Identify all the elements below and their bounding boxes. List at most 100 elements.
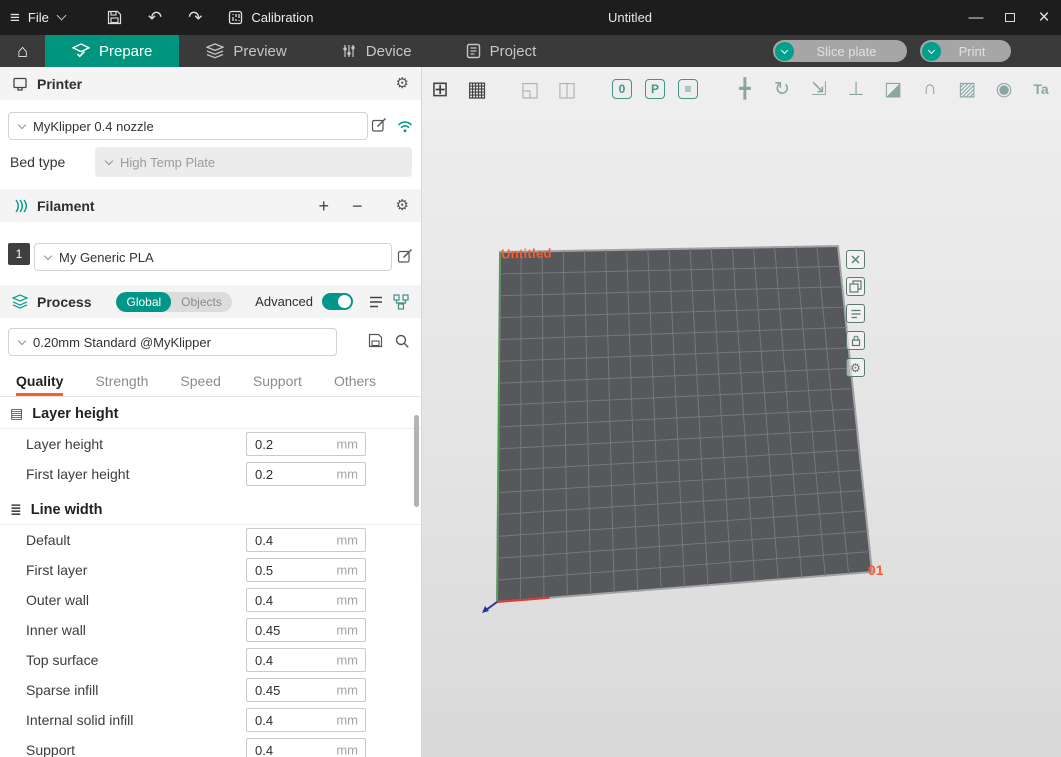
setting-row: Internal solid infill mm xyxy=(0,705,421,735)
redo-button[interactable]: ↷ xyxy=(188,8,202,28)
scope-global-option[interactable]: Global xyxy=(116,292,171,312)
unit-label: mm xyxy=(336,563,358,578)
filament-preset-dropdown[interactable]: My Generic PLA xyxy=(34,243,392,271)
print-label: Print xyxy=(941,44,1009,59)
add-filament-button[interactable]: + xyxy=(319,197,330,215)
setting-row: Support mm xyxy=(0,735,421,757)
window-title: Untitled xyxy=(560,10,700,25)
hamburger-menu-icon[interactable]: ≡ xyxy=(10,8,20,28)
duplicate-plate-button[interactable] xyxy=(846,277,865,296)
setting-input: mm xyxy=(246,738,366,757)
support-painting-icon[interactable]: ▨ xyxy=(955,76,979,102)
setting-input: mm xyxy=(246,528,366,552)
scale-icon[interactable]: ⇲ xyxy=(807,76,831,102)
bed-type-dropdown[interactable]: High Temp Plate xyxy=(95,147,412,177)
scope-objects-option[interactable]: Objects xyxy=(171,292,232,312)
process-section-title: Process xyxy=(37,294,91,310)
setting-label: Inner wall xyxy=(26,622,86,638)
settings-list-icon[interactable] xyxy=(368,295,384,309)
filament-preset-value: My Generic PLA xyxy=(59,250,154,265)
rotate-icon[interactable]: ↻ xyxy=(770,76,794,102)
viewport-3d[interactable]: ⊞ ▦ ◱ ◫ 0 P ≡ ╋ ↻ ⇲ ⊥ ◪ ∩ ▨ ◉ Ta ◳ Untit… xyxy=(422,67,1061,757)
edit-printer-button[interactable] xyxy=(371,117,387,133)
wifi-connection-icon[interactable] xyxy=(396,119,414,134)
plate-settings-button[interactable]: ⚙ xyxy=(846,358,865,377)
auto-orient-icon[interactable]: ◱ xyxy=(518,76,542,102)
add-model-icon[interactable]: ⊞ xyxy=(428,76,452,102)
delete-plate-button[interactable] xyxy=(846,250,865,269)
printer-settings-gear-icon[interactable]: ⚙ xyxy=(396,76,409,91)
setting-input: mm xyxy=(246,432,366,456)
compare-presets-icon[interactable] xyxy=(393,294,409,310)
split-to-parts-icon[interactable]: P xyxy=(645,79,665,99)
tab-others[interactable]: Others xyxy=(334,365,376,396)
arrange-icon[interactable]: ◫ xyxy=(555,76,579,102)
section-line-width: ≣ Line width xyxy=(0,495,421,525)
search-icon xyxy=(394,333,410,349)
process-section-header: Process Global Objects Advanced xyxy=(0,285,421,318)
seam-painting-icon[interactable]: ◉ xyxy=(992,76,1016,102)
unit-label: mm xyxy=(336,533,358,548)
build-plate[interactable] xyxy=(422,67,1061,757)
remove-filament-button[interactable]: − xyxy=(352,197,363,215)
file-menu[interactable]: File xyxy=(28,10,65,25)
edit-icon xyxy=(397,248,413,264)
bed-type-label: Bed type xyxy=(10,154,65,170)
print-button[interactable]: Print xyxy=(920,40,1011,62)
settings-panel: ▤ Layer height Layer height mm First lay… xyxy=(0,399,421,757)
add-plate-icon[interactable]: ▦ xyxy=(465,76,489,102)
process-preset-dropdown[interactable]: 0.20mm Standard @MyKlipper xyxy=(8,328,337,356)
tab-prepare[interactable]: Prepare xyxy=(45,35,179,67)
printer-section-title: Printer xyxy=(37,76,82,92)
place-on-face-icon[interactable]: ⊥ xyxy=(844,76,868,102)
split-to-objects-icon[interactable]: 0 xyxy=(612,79,632,99)
calibration-button[interactable]: Calibration xyxy=(228,10,313,25)
move-icon[interactable]: ╋ xyxy=(733,76,757,102)
close-button[interactable]: × xyxy=(1027,0,1061,35)
tab-device[interactable]: Device xyxy=(314,35,439,67)
wifi-icon xyxy=(396,119,414,134)
setting-input: mm xyxy=(246,648,366,672)
plate-name-button[interactable] xyxy=(846,304,865,323)
sidebar-scrollbar[interactable] xyxy=(414,415,419,507)
setting-input: mm xyxy=(246,588,366,612)
setting-label: First layer xyxy=(26,562,87,578)
setting-row: Outer wall mm xyxy=(0,585,421,615)
print-options-dropdown[interactable] xyxy=(922,42,941,61)
slice-plate-button[interactable]: Slice plate xyxy=(773,40,907,62)
undo-button[interactable]: ↶ xyxy=(148,8,162,28)
tab-quality[interactable]: Quality xyxy=(16,365,63,396)
text-tool-icon[interactable]: Ta xyxy=(1029,76,1053,102)
tab-support[interactable]: Support xyxy=(253,365,302,396)
edit-filament-button[interactable] xyxy=(397,248,413,264)
cut-icon[interactable]: ◪ xyxy=(881,76,905,102)
process-icon xyxy=(12,294,28,309)
filament-settings-gear-icon[interactable]: ⚙ xyxy=(396,198,409,213)
tab-preview-label: Preview xyxy=(233,43,286,60)
plate-name-label[interactable]: Untitled xyxy=(501,246,552,262)
minimize-button[interactable]: — xyxy=(959,0,993,35)
printer-preset-dropdown[interactable]: MyKlipper 0.4 nozzle xyxy=(8,112,368,140)
save-preset-button[interactable] xyxy=(368,333,383,348)
setting-input: mm xyxy=(246,462,366,486)
save-icon xyxy=(107,10,122,25)
lock-plate-button[interactable] xyxy=(846,331,865,350)
variable-layer-height-icon[interactable]: ≡ xyxy=(678,79,698,99)
tab-strength[interactable]: Strength xyxy=(95,365,148,396)
tab-project[interactable]: Project xyxy=(439,35,564,67)
home-button[interactable]: ⌂ xyxy=(0,35,45,67)
mesh-boolean-icon[interactable]: ∩ xyxy=(918,76,942,102)
printer-icon xyxy=(12,76,28,92)
save-button[interactable] xyxy=(107,10,122,25)
tab-speed[interactable]: Speed xyxy=(180,365,220,396)
sidebar: Printer ⚙ MyKlipper 0.4 nozzle Bed type … xyxy=(0,67,422,757)
tab-preview[interactable]: Preview xyxy=(179,35,313,67)
filament-slot-badge[interactable]: 1 xyxy=(8,243,30,265)
unit-label: mm xyxy=(336,437,358,452)
project-icon xyxy=(466,43,481,59)
search-settings-button[interactable] xyxy=(394,333,410,349)
slice-options-dropdown[interactable] xyxy=(775,42,794,61)
maximize-button[interactable] xyxy=(993,0,1027,35)
advanced-toggle[interactable] xyxy=(322,293,353,310)
setting-label: Layer height xyxy=(26,436,103,452)
